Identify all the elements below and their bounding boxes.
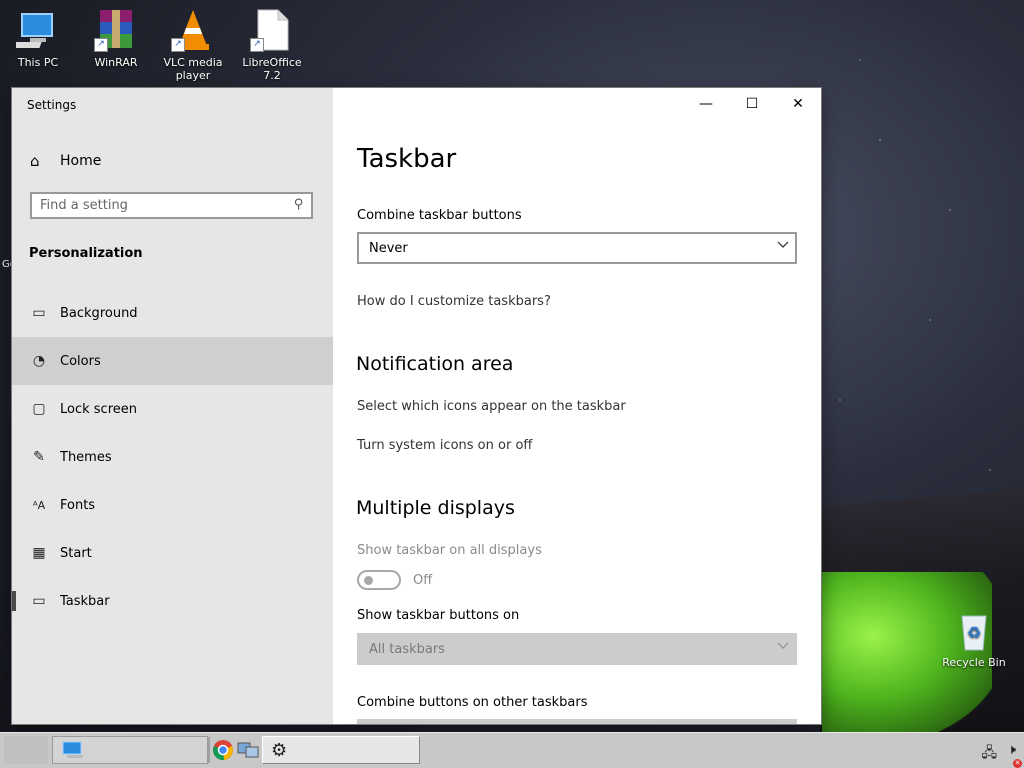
start-icon: ▦ bbox=[32, 545, 46, 561]
shortcut-arrow-icon: ↗ bbox=[94, 38, 108, 52]
sidebar-item-fonts[interactable]: ᴬA Fonts bbox=[12, 481, 333, 529]
desktop-icon-recycle-bin[interactable]: ♻ Recycle Bin bbox=[936, 608, 1012, 669]
taskbar: ⚙ 🖧 🕨 ✕ bbox=[0, 732, 1024, 768]
winrar-icon: ↗ bbox=[94, 8, 138, 52]
sidebar-item-label: Taskbar bbox=[60, 593, 110, 609]
toggle-state-label: Off bbox=[413, 573, 433, 588]
sidebar-item-background[interactable]: ▭ Background bbox=[12, 289, 333, 337]
search-input[interactable] bbox=[32, 194, 288, 217]
combine-buttons-label: Combine taskbar buttons bbox=[357, 208, 522, 223]
shortcut-arrow-icon: ↗ bbox=[250, 38, 264, 52]
sidebar-item-label: Fonts bbox=[60, 497, 96, 513]
lock-screen-icon: ▢ bbox=[32, 401, 46, 417]
show-buttons-on-label: Show taskbar buttons on bbox=[357, 608, 520, 623]
taskbar-separator bbox=[208, 737, 210, 763]
personalization-nav: ▭ Background ◔ Colors ▢ Lock screen ✎ Th… bbox=[12, 289, 333, 625]
sidebar-item-start[interactable]: ▦ Start bbox=[12, 529, 333, 577]
system-tray: 🖧 🕨 ✕ bbox=[982, 742, 1022, 768]
desktop-icon-vlc[interactable]: ↗ VLC media player bbox=[155, 8, 231, 82]
shortcut-arrow-icon: ↗ bbox=[171, 38, 185, 52]
sidebar-item-label: Start bbox=[60, 545, 92, 561]
recycle-bin-icon: ♻ bbox=[952, 608, 996, 652]
find-setting-search-box[interactable]: ⚲ bbox=[30, 192, 313, 219]
taskbar-icon: ▭ bbox=[32, 593, 46, 609]
sidebar-item-colors[interactable]: ◔ Colors bbox=[12, 337, 333, 385]
chrome-icon[interactable] bbox=[212, 739, 234, 765]
sidebar-item-label: Colors bbox=[60, 353, 101, 369]
show-buttons-on-value: All taskbars bbox=[369, 641, 445, 657]
desktop-icon-this-pc[interactable]: This PC bbox=[0, 8, 76, 69]
chevron-down-icon bbox=[777, 241, 789, 248]
chevron-down-icon bbox=[777, 642, 789, 649]
desktop-icon-libreoffice[interactable]: ↗ LibreOffice 7.2 bbox=[234, 8, 310, 82]
window-controls: — ☐ ✕ bbox=[683, 88, 821, 120]
combine-other-label: Combine buttons on other taskbars bbox=[357, 695, 588, 710]
palette-icon: ◔ bbox=[32, 353, 46, 369]
customize-taskbars-link[interactable]: How do I customize taskbars? bbox=[357, 294, 551, 309]
page-title: Taskbar bbox=[357, 144, 457, 174]
taskbar-this-pc-button[interactable] bbox=[52, 736, 208, 764]
home-icon: ⌂ bbox=[30, 152, 40, 170]
svg-text:♻: ♻ bbox=[967, 623, 981, 642]
this-pc-icon bbox=[11, 8, 60, 52]
network-share-icon[interactable] bbox=[237, 740, 259, 764]
toggle-knob bbox=[364, 576, 373, 585]
show-all-displays-toggle[interactable] bbox=[357, 570, 401, 590]
window-title: Settings bbox=[27, 98, 77, 112]
sidebar-item-label: Background bbox=[60, 305, 138, 321]
close-button[interactable]: ✕ bbox=[775, 88, 821, 120]
multiple-displays-heading: Multiple displays bbox=[356, 497, 515, 519]
home-link[interactable]: ⌂ Home bbox=[30, 152, 101, 170]
select-icons-link[interactable]: Select which icons appear on the taskbar bbox=[357, 399, 626, 414]
show-buttons-on-dropdown[interactable]: All taskbars bbox=[357, 633, 797, 665]
vlc-icon: ↗ bbox=[171, 8, 215, 52]
system-icons-link[interactable]: Turn system icons on or off bbox=[357, 438, 532, 453]
section-heading: Personalization bbox=[29, 246, 143, 261]
settings-content: — ☐ ✕ Taskbar Combine taskbar buttons Ne… bbox=[333, 88, 821, 724]
combine-other-dropdown[interactable] bbox=[357, 719, 797, 724]
network-icon[interactable]: 🖧 bbox=[982, 742, 998, 766]
notification-area-heading: Notification area bbox=[356, 353, 514, 375]
desktop-icon-winrar[interactable]: ↗ WinRAR bbox=[78, 8, 154, 69]
gear-icon: ⚙ bbox=[271, 739, 288, 761]
search-icon: ⚲ bbox=[294, 197, 304, 212]
settings-sidebar: Settings ⌂ Home ⚲ Personalization ▭ Back… bbox=[12, 88, 333, 724]
maximize-button[interactable]: ☐ bbox=[729, 88, 775, 120]
sidebar-item-themes[interactable]: ✎ Themes bbox=[12, 433, 333, 481]
taskbar-settings-button[interactable]: ⚙ bbox=[262, 736, 420, 764]
start-button[interactable] bbox=[4, 736, 48, 764]
volume-muted-icon[interactable]: 🕨 ✕ bbox=[1007, 742, 1022, 768]
show-all-displays-label: Show taskbar on all displays bbox=[357, 543, 542, 558]
combine-buttons-dropdown[interactable]: Never bbox=[357, 232, 797, 264]
home-label: Home bbox=[60, 153, 102, 169]
settings-window: Settings ⌂ Home ⚲ Personalization ▭ Back… bbox=[12, 88, 821, 724]
background-icon: ▭ bbox=[32, 305, 46, 321]
minimize-button[interactable]: — bbox=[683, 88, 729, 120]
combine-buttons-value: Never bbox=[369, 240, 408, 256]
sidebar-item-label: Themes bbox=[60, 449, 112, 465]
sidebar-item-lock-screen[interactable]: ▢ Lock screen bbox=[12, 385, 333, 433]
themes-icon: ✎ bbox=[33, 449, 45, 465]
this-pc-icon bbox=[62, 741, 83, 758]
sidebar-item-label: Lock screen bbox=[60, 401, 137, 417]
sidebar-item-taskbar[interactable]: ▭ Taskbar bbox=[12, 577, 333, 625]
fonts-icon: ᴬA bbox=[32, 498, 46, 512]
libreoffice-icon: ↗ bbox=[250, 8, 294, 52]
